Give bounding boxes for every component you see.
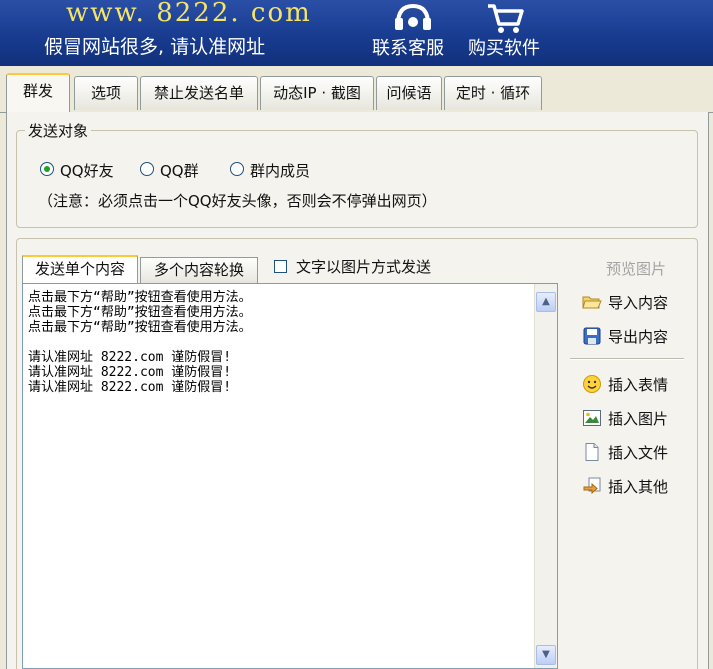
editor-line: 请认准网址 8222.com 谨防假冒! xyxy=(28,350,232,365)
save-disk-icon xyxy=(582,326,602,346)
export-content-label: 导出内容 xyxy=(608,328,669,346)
folder-open-icon xyxy=(582,292,602,312)
picture-icon xyxy=(582,408,602,428)
radio-dot-selected xyxy=(40,162,54,176)
import-content-label: 导入内容 xyxy=(608,294,669,312)
tab-multi-content-rotation[interactable]: 多个内容轮换 xyxy=(140,257,258,283)
side-separator xyxy=(570,358,684,360)
cart-icon xyxy=(486,2,526,38)
tab-options[interactable]: 选项 xyxy=(74,76,138,110)
editor-line: 请认准网址 8222.com 谨防假冒! xyxy=(28,365,232,380)
site-url: www. 8222. com xyxy=(66,0,312,28)
send-target-note: （注意：必须点击一个QQ好友头像，否则会不停弹出网页） xyxy=(38,192,437,210)
checkbox-box xyxy=(274,260,287,273)
header-banner: www. 8222. com 假冒网站很多, 请认准网址 联系客服 购买软件 xyxy=(0,0,713,66)
smiley-icon xyxy=(582,374,602,394)
scroll-up-button[interactable]: ▲ xyxy=(536,292,556,312)
radio-dot xyxy=(140,162,154,176)
insert-emoji-label: 插入表情 xyxy=(608,376,669,394)
send-target-group xyxy=(16,130,698,228)
tab-single-content[interactable]: 发送单个内容 xyxy=(22,255,138,284)
editor-line: 请认准网址 8222.com 谨防假冒! xyxy=(28,380,232,395)
vertical-scrollbar[interactable]: ▲ ▼ xyxy=(534,284,557,668)
tab-schedule-loop[interactable]: 定时 · 循环 xyxy=(444,76,542,110)
slogan: 假冒网站很多, 请认准网址 xyxy=(44,36,266,58)
contact-support-button[interactable]: 联系客服 xyxy=(372,0,462,66)
radio-label: QQ群 xyxy=(160,162,199,180)
tab-mass-send[interactable]: 群发 xyxy=(6,73,70,112)
editor-line: 点击最下方“帮助”按钮查看使用方法。 xyxy=(28,320,252,335)
preview-image-button[interactable]: 预览图片 xyxy=(606,258,666,279)
insert-other-label: 插入其他 xyxy=(608,478,669,496)
insert-arrow-icon xyxy=(582,476,602,496)
radio-label: QQ好友 xyxy=(60,162,114,180)
buy-software-button[interactable]: 购买软件 xyxy=(468,0,558,66)
editor-line: 点击最下方“帮助”按钮查看使用方法。 xyxy=(28,305,252,320)
tab-blocked-list[interactable]: 禁止发送名单 xyxy=(140,76,258,110)
send-target-legend: 发送对象 xyxy=(25,120,92,141)
headset-icon xyxy=(392,2,434,38)
scroll-down-button[interactable]: ▼ xyxy=(536,645,556,665)
tab-greeting[interactable]: 问候语 xyxy=(376,76,442,110)
file-icon xyxy=(582,442,602,462)
insert-file-label: 插入文件 xyxy=(608,444,669,462)
message-editor[interactable]: 点击最下方“帮助”按钮查看使用方法。 点击最下方“帮助”按钮查看使用方法。 点击最下… xyxy=(22,283,558,669)
contact-support-label: 联系客服 xyxy=(372,38,444,59)
message-text[interactable]: 点击最下方“帮助”按钮查看使用方法。 点击最下方“帮助”按钮查看使用方法。 点击最下… xyxy=(28,290,533,395)
insert-image-label: 插入图片 xyxy=(608,410,669,428)
editor-line: 点击最下方“帮助”按钮查看使用方法。 xyxy=(28,290,252,305)
radio-label: 群内成员 xyxy=(250,162,311,180)
buy-software-label: 购买软件 xyxy=(468,38,540,59)
radio-dot xyxy=(230,162,244,176)
image-mode-label: 文字以图片方式发送 xyxy=(296,258,432,276)
tab-dynamic-ip-screenshot[interactable]: 动态IP · 截图 xyxy=(260,76,374,110)
